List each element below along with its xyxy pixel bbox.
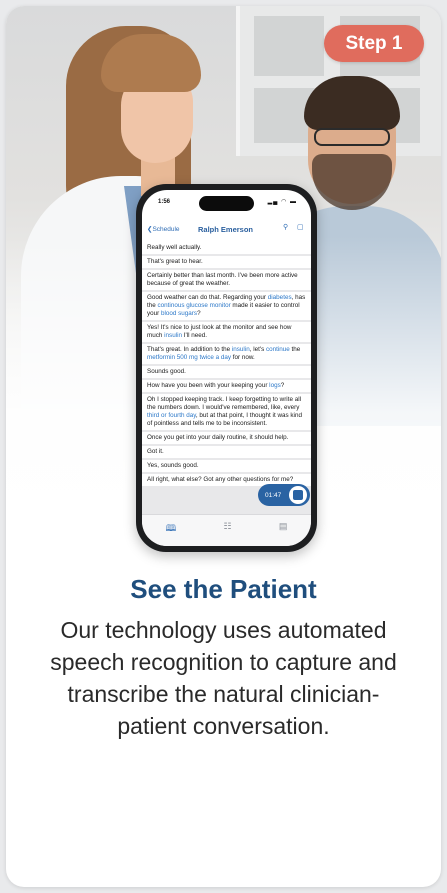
step-card: Step 1 1:56 ▂▄ ◠ ▬ ❮Schedule Ralph Emers…: [6, 6, 441, 887]
message-text: , let's: [249, 346, 266, 353]
transcript-message: Once you get into your daily routine, it…: [142, 432, 311, 444]
status-icons: ▂▄ ◠ ▬: [267, 199, 297, 205]
transcript-message: Certainly better than last month. I've b…: [142, 270, 311, 290]
message-text: I'll need.: [182, 332, 208, 339]
transcript-message: Got it.: [142, 446, 311, 458]
status-time: 1:56: [158, 199, 171, 205]
transcript-list: Really well actually. That's great to hea…: [142, 242, 311, 514]
message-text: Sounds good.: [147, 368, 186, 375]
highlighted-term[interactable]: diabetes: [268, 294, 292, 301]
recording-timer: 01:47: [265, 491, 282, 499]
patient-name-title: Ralph Emerson: [198, 224, 254, 234]
section-heading: See the Patient: [130, 574, 317, 604]
search-icon[interactable]: ⚲: [283, 223, 288, 231]
document-icon[interactable]: ▤: [279, 521, 288, 532]
stop-recording-button[interactable]: [289, 486, 307, 504]
message-text: All right, what else? Got any other ques…: [147, 476, 294, 483]
message-text: Certainly better than last month. I've b…: [147, 272, 298, 287]
chat-icon[interactable]: ▢: [297, 223, 304, 231]
app-nav-bar: ❮Schedule Ralph Emerson ⚲ ▢: [142, 218, 311, 240]
highlighted-term[interactable]: third or fourth day: [147, 412, 196, 419]
phone-screen: 1:56 ▂▄ ◠ ▬ ❮Schedule Ralph Emerson ⚲ ▢ …: [142, 190, 311, 546]
message-text: ?: [280, 382, 285, 389]
message-text: the: [289, 346, 301, 353]
section-description: Our technology uses automated speech rec…: [50, 617, 397, 739]
transcript-message: Really well actually.: [142, 242, 311, 254]
message-text: Good weather can do that. Regarding your: [147, 294, 268, 301]
app-tab-bar: 🕮 ☷ ▤: [142, 514, 311, 546]
recording-control[interactable]: 01:47: [258, 484, 310, 506]
message-text: That's great. In addition to the: [147, 346, 232, 353]
transcript-message: That's great to hear.: [142, 256, 311, 268]
message-text: for now.: [231, 354, 255, 361]
transcript-message: Good weather can do that. Regarding your…: [142, 292, 311, 320]
transcript-message: How have you been with your keeping your…: [142, 380, 311, 392]
message-text: Once you get into your daily routine, it…: [147, 434, 289, 441]
book-icon[interactable]: 🕮: [166, 521, 177, 537]
transcript-message: Sounds good.: [142, 366, 311, 378]
highlighted-term[interactable]: continous glucose monitor: [158, 302, 231, 309]
highlighted-term[interactable]: blood sugars: [161, 310, 197, 317]
step-badge: Step 1: [324, 25, 424, 62]
message-text: Yes, sounds good.: [147, 462, 199, 469]
phone-mockup: 1:56 ▂▄ ◠ ▬ ❮Schedule Ralph Emerson ⚲ ▢ …: [136, 184, 317, 552]
highlighted-term[interactable]: insulin: [164, 332, 182, 339]
message-text: Really well actually.: [147, 244, 202, 251]
dynamic-island: [199, 196, 254, 211]
stop-icon: [293, 490, 303, 500]
message-text: Oh I stopped keeping track. I keep forge…: [147, 396, 302, 411]
transcript-message: Oh I stopped keeping track. I keep forge…: [142, 394, 311, 430]
message-text: That's great to hear.: [147, 258, 203, 265]
highlighted-term[interactable]: metformin 500 mg twice a day: [147, 354, 231, 361]
transcript-message: Yes, sounds good.: [142, 460, 311, 472]
message-text: ?: [197, 310, 201, 317]
back-to-schedule-link[interactable]: ❮Schedule: [147, 225, 180, 233]
message-text: How have you been with your keeping your: [147, 382, 270, 389]
org-chart-icon[interactable]: ☷: [224, 521, 232, 532]
highlighted-term[interactable]: insulin: [232, 346, 250, 353]
transcript-message: Yes! It's nice to just look at the monit…: [142, 322, 311, 342]
highlighted-term[interactable]: continue: [266, 346, 290, 353]
transcript-message: That's great. In addition to the insulin…: [142, 344, 311, 364]
message-text: Got it.: [147, 448, 164, 455]
highlighted-term[interactable]: logs: [269, 382, 281, 389]
